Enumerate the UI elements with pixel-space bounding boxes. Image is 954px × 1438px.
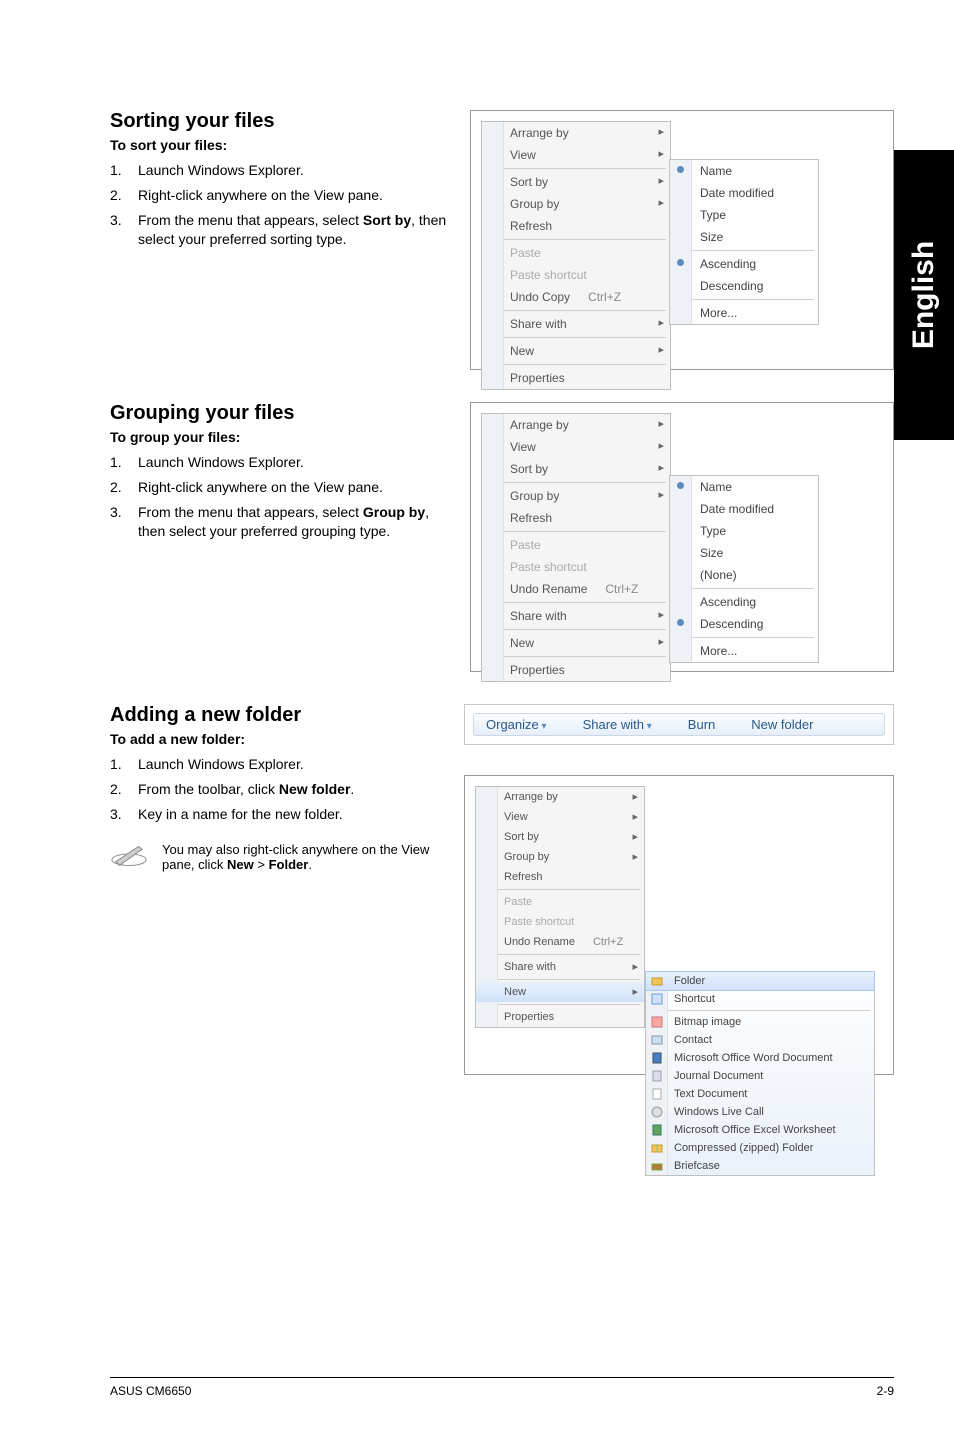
screenshot-toolbar: Organize Share with Burn New folder — [464, 704, 894, 745]
image-icon — [651, 1016, 663, 1028]
menu-arrange-by[interactable]: Arrange by — [482, 122, 670, 144]
screenshot-group-menu: Arrange by View Sort by Group by Refresh… — [470, 402, 894, 672]
new-shortcut[interactable]: Shortcut — [646, 990, 874, 1008]
footer-page-number: 2-9 — [877, 1384, 894, 1398]
folder-icon — [651, 975, 663, 987]
heading-adding-folder: Adding a new folder — [110, 704, 444, 727]
menu-undo-rename[interactable]: Undo RenameCtrl+Z — [482, 578, 670, 600]
sort-type[interactable]: Type — [670, 204, 818, 226]
menu-paste-shortcut: Paste shortcut — [482, 264, 670, 286]
briefcase-icon — [651, 1160, 663, 1172]
call-icon — [651, 1106, 663, 1118]
page-footer: ASUS CM6650 2-9 — [110, 1377, 894, 1398]
new-folder[interactable]: Folder — [645, 971, 875, 991]
menu-share-with[interactable]: Share with — [482, 605, 670, 627]
menu-paste: Paste — [482, 242, 670, 264]
footer-product: ASUS CM6650 — [110, 1384, 191, 1398]
steps-add-folder: 1.Launch Windows Explorer. 2.From the to… — [110, 755, 444, 824]
toolbar-organize[interactable]: Organize — [486, 717, 547, 732]
menu-properties[interactable]: Properties — [476, 1007, 644, 1027]
menu-new[interactable]: New — [482, 340, 670, 362]
sort-size[interactable]: Size — [670, 226, 818, 248]
menu-arrange-by[interactable]: Arrange by — [482, 414, 670, 436]
subhead-sort: To sort your files: — [110, 137, 450, 153]
group-none[interactable]: (None) — [670, 564, 818, 586]
menu-view[interactable]: View — [482, 436, 670, 458]
word-icon — [651, 1052, 663, 1064]
menu-refresh[interactable]: Refresh — [482, 215, 670, 237]
menu-arrange-by[interactable]: Arrange by — [476, 787, 644, 807]
heading-grouping: Grouping your files — [110, 402, 450, 425]
menu-share-with[interactable]: Share with — [482, 313, 670, 335]
group-date-modified[interactable]: Date modified — [670, 498, 818, 520]
group-size[interactable]: Size — [670, 542, 818, 564]
steps-group: 1.Launch Windows Explorer. 2.Right-click… — [110, 453, 450, 541]
new-briefcase[interactable]: Briefcase — [646, 1157, 874, 1175]
group-more[interactable]: More... — [670, 640, 818, 662]
menu-group-by[interactable]: Group by — [482, 193, 670, 215]
menu-share-with[interactable]: Share with — [476, 957, 644, 977]
sort-name[interactable]: Name — [670, 160, 818, 182]
new-journal[interactable]: Journal Document — [646, 1067, 874, 1085]
toolbar-burn[interactable]: Burn — [688, 717, 715, 732]
menu-new[interactable]: New — [476, 982, 644, 1002]
menu-sort-by[interactable]: Sort by — [482, 171, 670, 193]
text-icon — [651, 1088, 663, 1100]
menu-undo-rename[interactable]: Undo RenameCtrl+Z — [476, 932, 644, 952]
new-text-doc[interactable]: Text Document — [646, 1085, 874, 1103]
new-contact[interactable]: Contact — [646, 1031, 874, 1049]
menu-new[interactable]: New — [482, 632, 670, 654]
screenshot-sort-menu: Arrange by View Sort by Group by Refresh… — [470, 110, 894, 370]
menu-paste: Paste — [482, 534, 670, 556]
subhead-add-folder: To add a new folder: — [110, 731, 444, 747]
language-tab: English — [894, 150, 954, 440]
zip-icon — [651, 1142, 663, 1154]
contact-icon — [651, 1034, 663, 1046]
toolbar-share-with[interactable]: Share with — [583, 717, 652, 732]
menu-group-by[interactable]: Group by — [482, 485, 670, 507]
steps-sort: 1.Launch Windows Explorer. 2.Right-click… — [110, 161, 450, 249]
sort-ascending[interactable]: Ascending — [670, 253, 818, 275]
group-name[interactable]: Name — [670, 476, 818, 498]
note-text: You may also right-click anywhere on the… — [162, 842, 444, 872]
menu-undo-copy[interactable]: Undo CopyCtrl+Z — [482, 286, 670, 308]
sort-more[interactable]: More... — [670, 302, 818, 324]
toolbar-new-folder[interactable]: New folder — [751, 717, 813, 732]
menu-view[interactable]: View — [476, 807, 644, 827]
menu-refresh[interactable]: Refresh — [476, 867, 644, 887]
sort-date-modified[interactable]: Date modified — [670, 182, 818, 204]
screenshot-new-menu: Arrange by View Sort by Group by Refresh… — [464, 775, 894, 1075]
menu-view[interactable]: View — [482, 144, 670, 166]
group-descending[interactable]: Descending — [670, 613, 818, 635]
new-word-doc[interactable]: Microsoft Office Word Document — [646, 1049, 874, 1067]
menu-paste: Paste — [476, 892, 644, 912]
heading-sorting: Sorting your files — [110, 110, 450, 133]
note-pen-icon — [110, 842, 148, 868]
new-bitmap[interactable]: Bitmap image — [646, 1013, 874, 1031]
menu-properties[interactable]: Properties — [482, 367, 670, 389]
menu-paste-shortcut: Paste shortcut — [476, 912, 644, 932]
menu-properties[interactable]: Properties — [482, 659, 670, 681]
new-live-call[interactable]: Windows Live Call — [646, 1103, 874, 1121]
menu-sort-by[interactable]: Sort by — [482, 458, 670, 480]
new-zip[interactable]: Compressed (zipped) Folder — [646, 1139, 874, 1157]
shortcut-icon — [651, 993, 663, 1005]
excel-icon — [651, 1124, 663, 1136]
menu-paste-shortcut: Paste shortcut — [482, 556, 670, 578]
menu-group-by[interactable]: Group by — [476, 847, 644, 867]
group-ascending[interactable]: Ascending — [670, 591, 818, 613]
new-excel[interactable]: Microsoft Office Excel Worksheet — [646, 1121, 874, 1139]
menu-sort-by[interactable]: Sort by — [476, 827, 644, 847]
menu-refresh[interactable]: Refresh — [482, 507, 670, 529]
subhead-group: To group your files: — [110, 429, 450, 445]
journal-icon — [651, 1070, 663, 1082]
sort-descending[interactable]: Descending — [670, 275, 818, 297]
group-type[interactable]: Type — [670, 520, 818, 542]
